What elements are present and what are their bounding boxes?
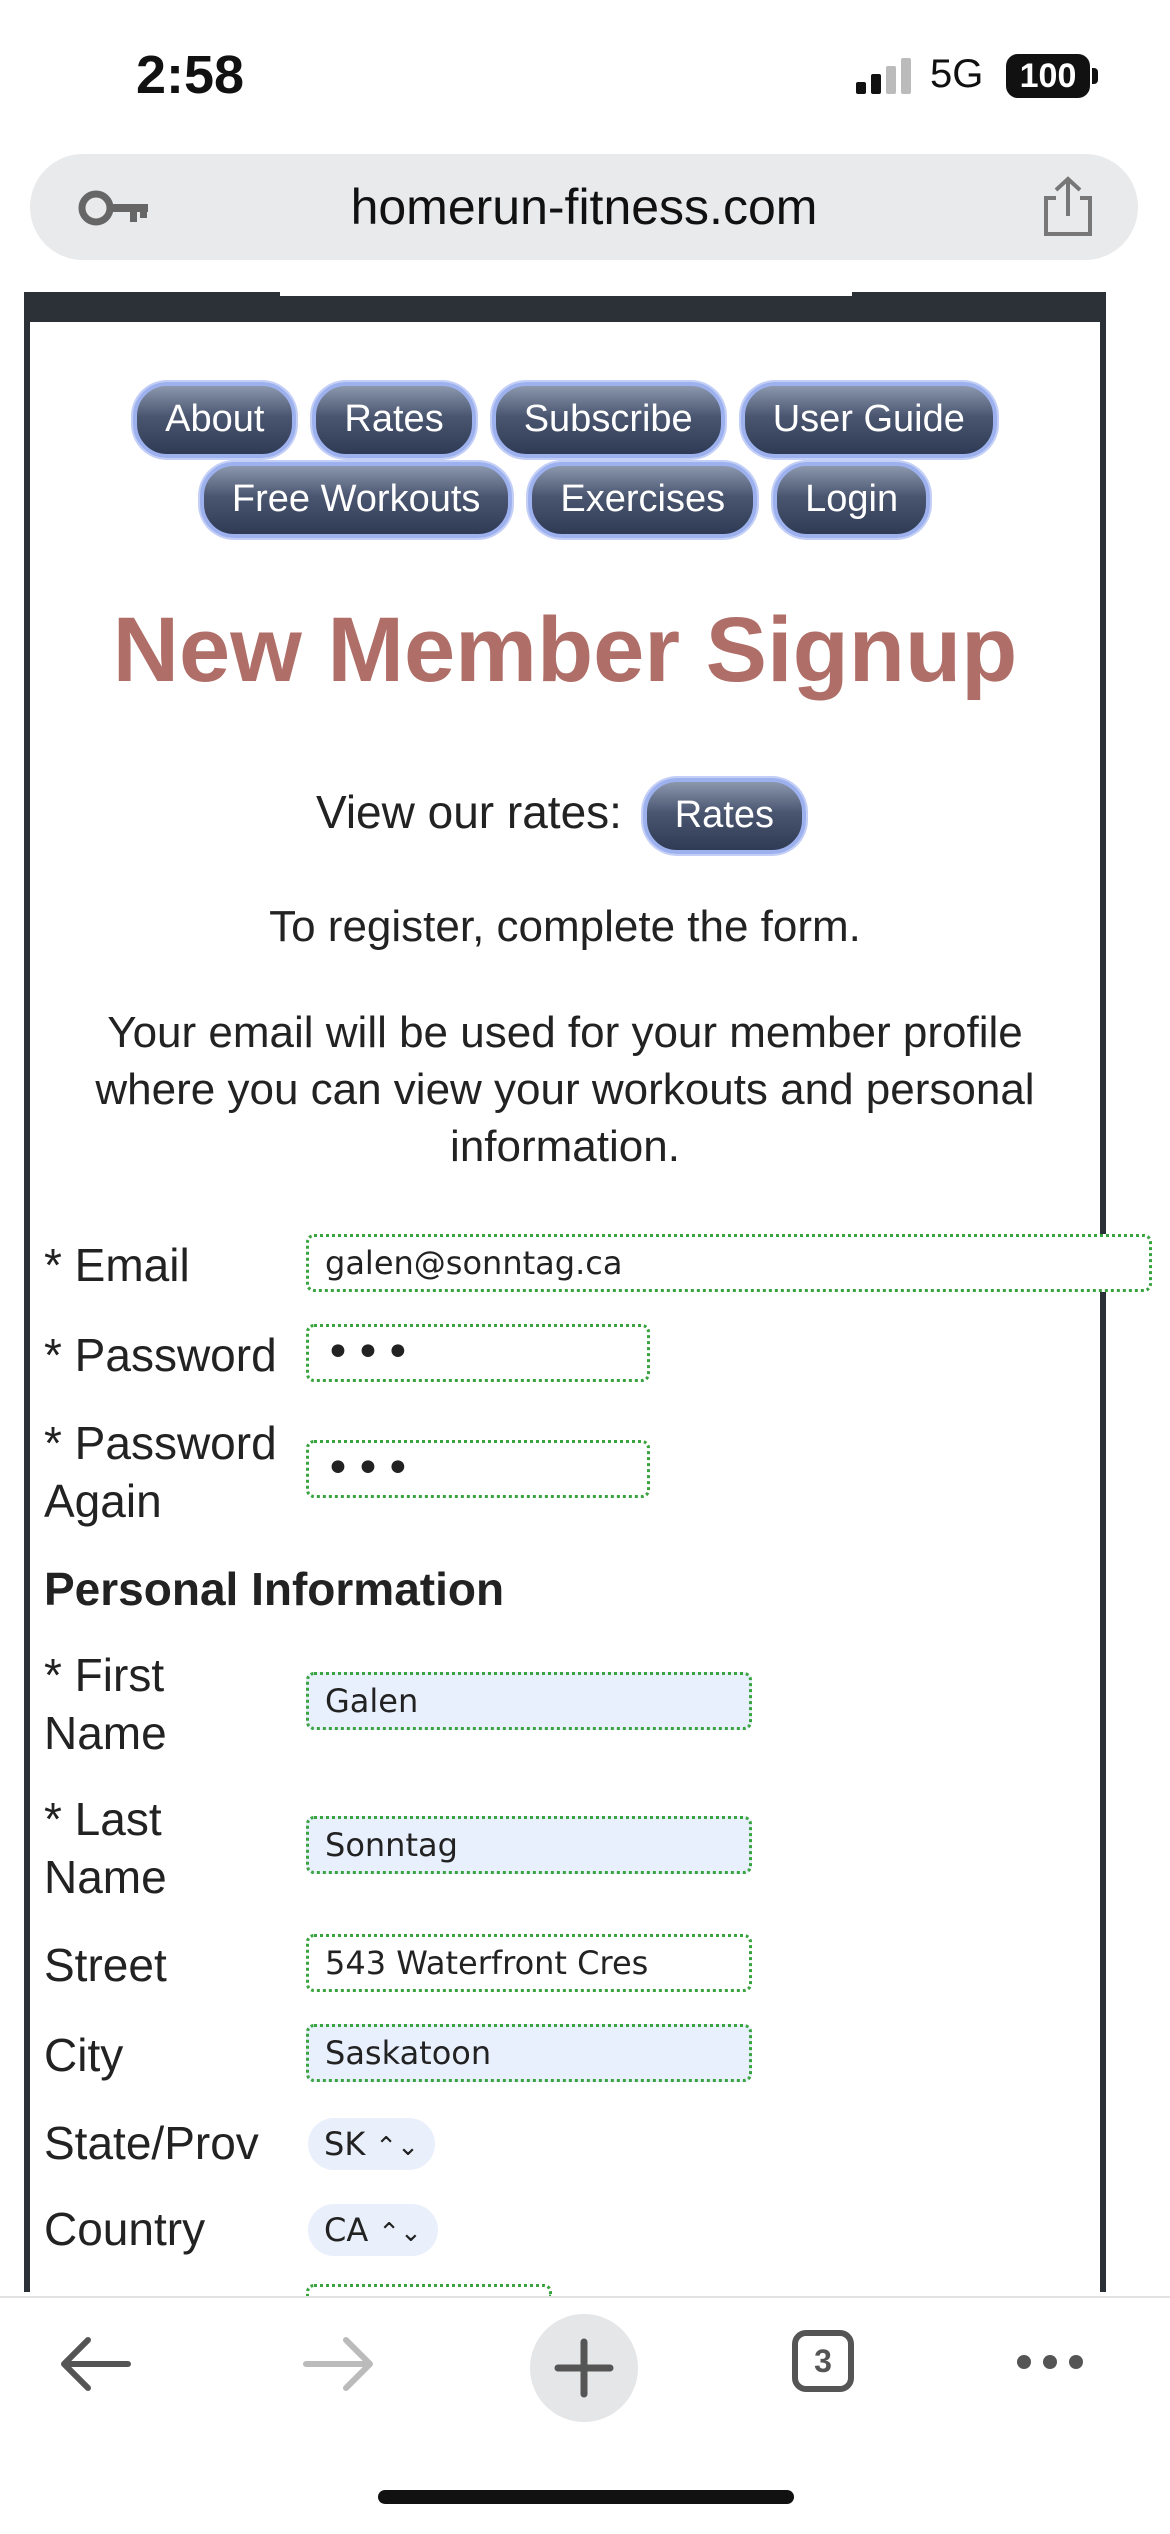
battery-icon: 100 bbox=[1006, 54, 1090, 98]
page-header-bar bbox=[24, 292, 1106, 322]
country-value: CA bbox=[324, 2211, 369, 2249]
personal-information-heading: Personal Information bbox=[44, 1563, 505, 1615]
state-prov-value: SK bbox=[324, 2125, 366, 2163]
password-again-label-line-1: * Password bbox=[44, 1417, 277, 1469]
password-again-field[interactable]: ••• bbox=[306, 1440, 650, 1498]
chevron-updown-icon: ⌃⌄ bbox=[378, 2218, 422, 2248]
city-field[interactable]: Saskatoon bbox=[306, 2024, 752, 2082]
street-field[interactable]: 543 Waterfront Cres bbox=[306, 1934, 752, 1992]
password-label: * Password bbox=[44, 1329, 277, 1381]
state-prov-select[interactable]: SK ⌃⌄ bbox=[308, 2118, 435, 2170]
nav-about-button[interactable]: About bbox=[133, 382, 297, 458]
back-arrow-icon[interactable] bbox=[58, 2334, 132, 2394]
nav-user-guide-button[interactable]: User Guide bbox=[740, 382, 997, 458]
main-nav-row-1: About Rates Subscribe User Guide bbox=[30, 382, 1100, 458]
status-time: 2:58 bbox=[136, 45, 245, 105]
signal-icon bbox=[856, 58, 911, 94]
share-icon[interactable] bbox=[1040, 176, 1096, 238]
network-type: 5G bbox=[930, 52, 984, 96]
email-field[interactable]: galen@sonntag.ca bbox=[306, 1234, 1152, 1292]
main-nav-row-2: Free Workouts Exercises Login bbox=[30, 462, 1100, 538]
battery-nub bbox=[1092, 68, 1098, 84]
tabs-icon[interactable]: 3 bbox=[792, 2330, 854, 2392]
country-label: Country bbox=[44, 2203, 206, 2255]
view-rates-line: View our rates: Rates bbox=[30, 778, 1100, 854]
password-field[interactable]: ••• bbox=[306, 1324, 650, 1382]
register-instruction: To register, complete the form. bbox=[269, 902, 861, 951]
view-rates-text: View our rates: bbox=[315, 786, 622, 839]
last-name-label-line-1: * Last bbox=[44, 1793, 162, 1845]
nav-exercises-button[interactable]: Exercises bbox=[528, 462, 758, 538]
first-name-label-line-1: * First bbox=[44, 1649, 165, 1701]
password-again-label-line-2: Again bbox=[44, 1475, 162, 1527]
url-text[interactable]: homerun-fitness.com bbox=[30, 178, 1138, 236]
street-label: Street bbox=[44, 1939, 167, 1991]
more-icon[interactable] bbox=[1014, 2352, 1086, 2372]
home-indicator[interactable] bbox=[378, 2490, 794, 2504]
first-name-label-line-2: Name bbox=[44, 1707, 167, 1759]
state-prov-label: State/Prov bbox=[44, 2117, 259, 2169]
nav-free-workouts-button[interactable]: Free Workouts bbox=[199, 462, 513, 538]
nav-rates-button[interactable]: Rates bbox=[312, 382, 476, 458]
email-note: Your email will be used for your member … bbox=[95, 1008, 1035, 1171]
plus-icon[interactable] bbox=[528, 2312, 640, 2424]
page-title: New Member Signup bbox=[112, 599, 1018, 701]
view-rates-button[interactable]: Rates bbox=[642, 778, 807, 854]
email-label: * Email bbox=[44, 1239, 190, 1291]
nav-login-button[interactable]: Login bbox=[773, 462, 931, 538]
country-select[interactable]: CA ⌃⌄ bbox=[308, 2204, 438, 2256]
city-label: City bbox=[44, 2029, 124, 2081]
nav-subscribe-button[interactable]: Subscribe bbox=[491, 382, 725, 458]
last-name-label-line-2: Name bbox=[44, 1851, 167, 1903]
status-bar: 2:58 5G 100 bbox=[0, 0, 1170, 150]
forward-arrow-icon[interactable] bbox=[302, 2334, 376, 2394]
header-tab-edge bbox=[280, 292, 852, 296]
address-bar[interactable]: homerun-fitness.com bbox=[30, 154, 1138, 260]
first-name-field[interactable]: Galen bbox=[306, 1672, 752, 1730]
chevron-updown-icon: ⌃⌄ bbox=[375, 2132, 419, 2162]
last-name-field[interactable]: Sonntag bbox=[306, 1816, 752, 1874]
